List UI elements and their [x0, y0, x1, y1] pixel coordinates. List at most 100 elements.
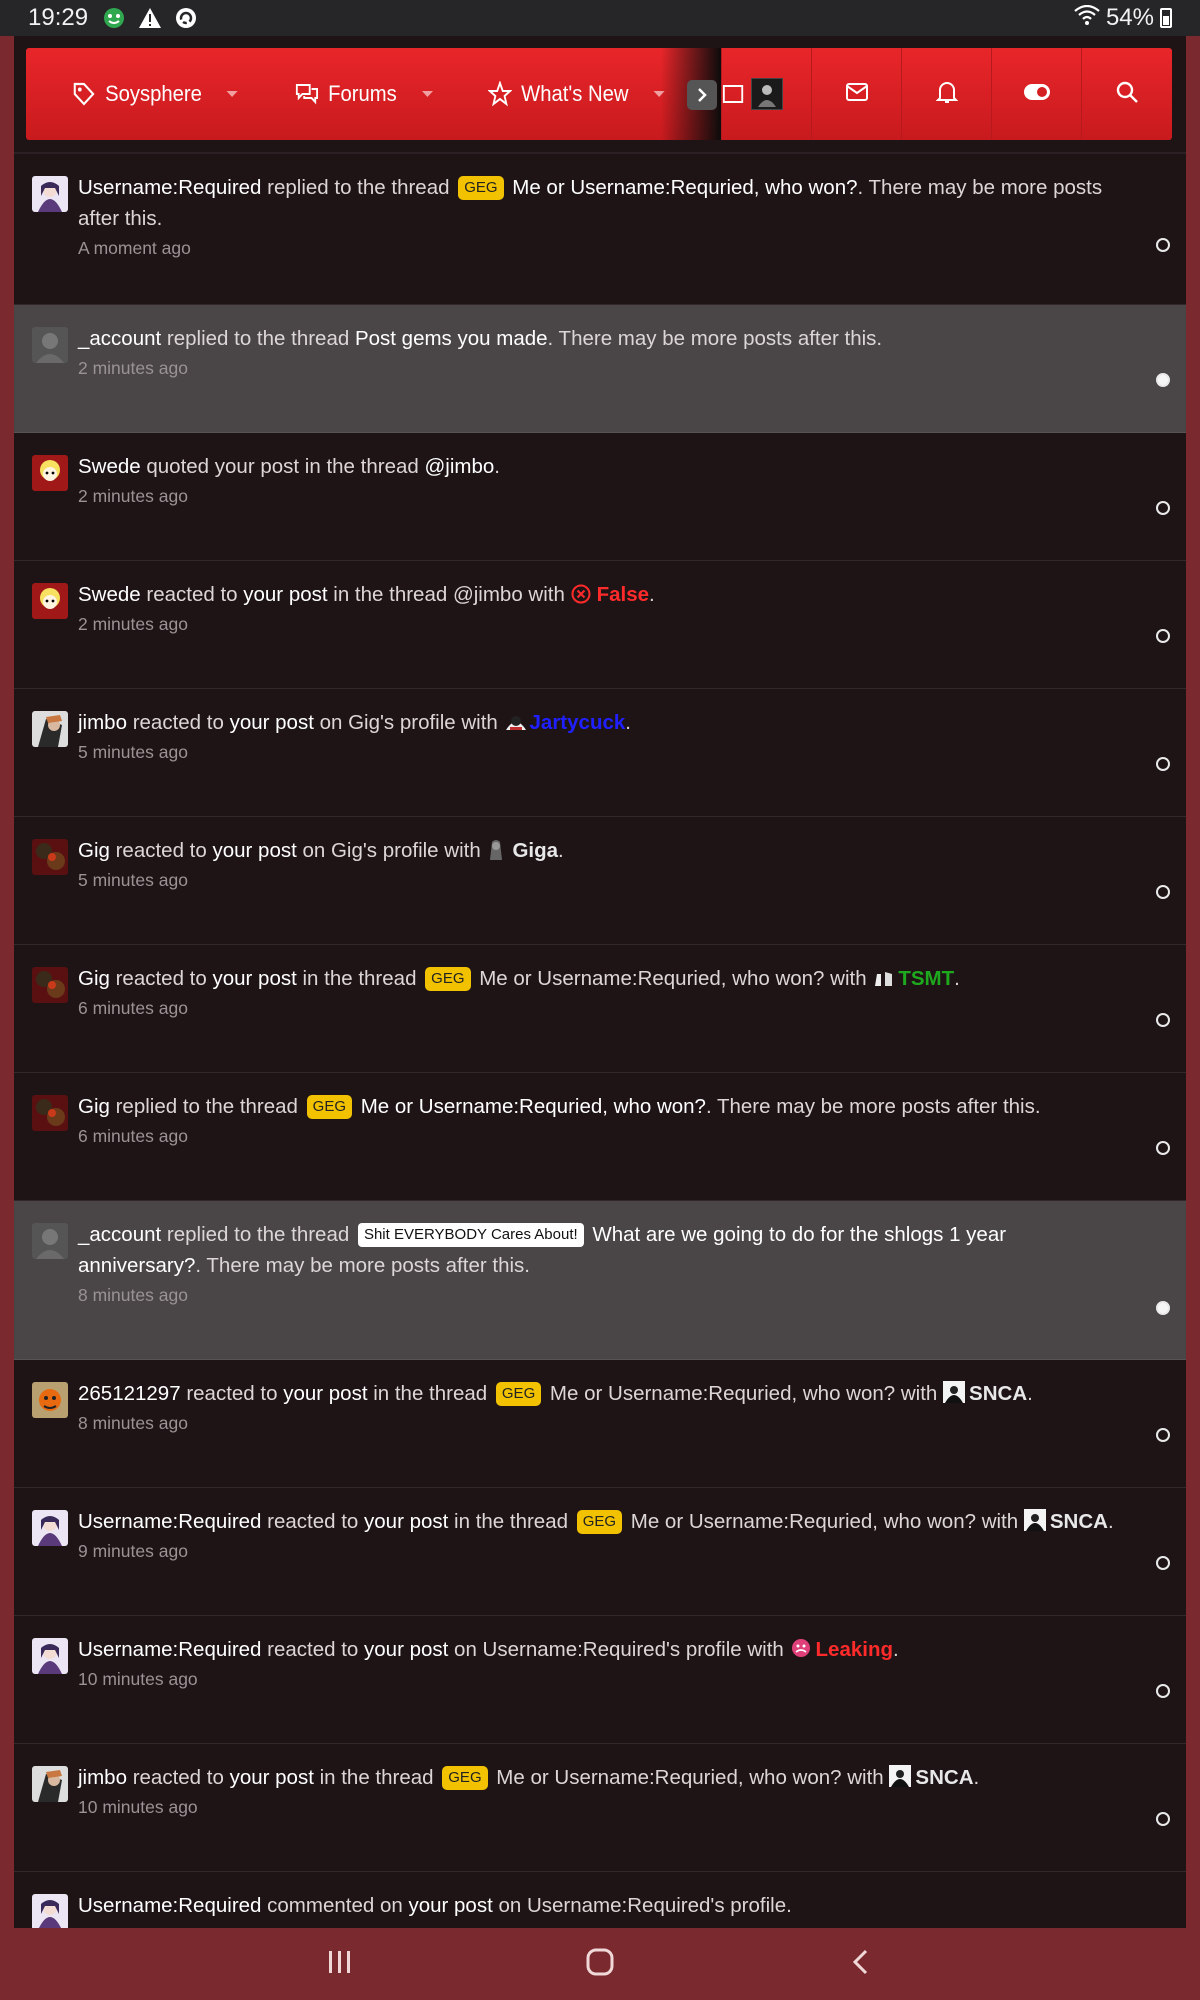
mark-read-toggle[interactable]	[1156, 629, 1170, 643]
list-item[interactable]: _account replied to the thread Shit EVER…	[14, 1201, 1186, 1360]
username-link[interactable]: Username:Required	[78, 1638, 261, 1661]
thread-link[interactable]: Me or Username:Requried, who won?	[512, 176, 857, 199]
your-post-link[interactable]: your post	[230, 1766, 314, 1789]
your-post-link[interactable]: your post	[212, 967, 296, 990]
timestamp: 2 minutes ago	[78, 358, 188, 378]
list-item[interactable]: Gig reacted to your post in the thread G…	[14, 945, 1186, 1073]
notification-text: Gig reacted to your post in the thread G…	[78, 967, 960, 991]
username-link[interactable]: Swede	[78, 455, 141, 478]
your-post-link[interactable]: your post	[408, 1894, 492, 1917]
nav-tab-soysphere[interactable]: Soysphere	[72, 81, 239, 107]
mark-read-toggle[interactable]	[1156, 757, 1170, 771]
avatar[interactable]	[32, 711, 68, 747]
list-item[interactable]: Username:Required reacted to your post o…	[14, 1616, 1186, 1744]
username-link[interactable]: _account	[78, 327, 161, 350]
username-link[interactable]: Username:Required	[78, 1510, 261, 1533]
notification-text: Username:Required reacted to your post i…	[78, 1509, 1114, 1534]
thread-link[interactable]: Me or Username:Requried, who won?	[361, 1095, 706, 1118]
list-item[interactable]: _account replied to the thread Post gems…	[14, 305, 1186, 433]
nav-tab-forums[interactable]: Forums	[295, 81, 434, 107]
your-post-link[interactable]: your post	[283, 1382, 367, 1405]
avatar[interactable]	[32, 839, 68, 875]
list-item[interactable]: Username:Required reacted to your post i…	[14, 1488, 1186, 1616]
nav-tab-partial[interactable]	[722, 81, 755, 107]
reaction-snca: SNCA	[1023, 1509, 1108, 1533]
your-post-link[interactable]: your post	[212, 839, 296, 862]
list-item[interactable]: Swede reacted to your post in the thread…	[14, 561, 1186, 689]
battery-icon	[1160, 8, 1172, 28]
username-link[interactable]: jimbo	[78, 1766, 127, 1789]
username-link[interactable]: Gig	[78, 1095, 110, 1118]
username-link[interactable]: Username:Required	[78, 176, 261, 199]
list-item[interactable]: Username:Required replied to the thread …	[14, 154, 1186, 305]
list-item[interactable]: Gig reacted to your post on Gig's profil…	[14, 817, 1186, 945]
chat-bubbles-icon	[295, 81, 319, 107]
mark-read-toggle[interactable]	[1156, 501, 1170, 515]
thread-link[interactable]: Me or Username:Requried, who won? with	[474, 967, 873, 990]
mark-read-toggle[interactable]	[1156, 238, 1170, 252]
avatar[interactable]	[32, 455, 68, 491]
inbox-button[interactable]	[811, 48, 901, 140]
notification-text: Swede quoted your post in the thread @ji…	[78, 455, 500, 478]
mark-read-toggle[interactable]	[1156, 373, 1170, 387]
back-button[interactable]	[830, 1939, 890, 1989]
avatar[interactable]	[32, 1638, 68, 1674]
style-toggle-button[interactable]	[991, 48, 1081, 140]
list-item[interactable]: Gig replied to the thread GEG Me or User…	[14, 1073, 1186, 1201]
mark-read-toggle[interactable]	[1156, 885, 1170, 899]
mark-read-toggle[interactable]	[1156, 1013, 1170, 1027]
your-post-link[interactable]: your post	[230, 711, 314, 734]
mark-read-toggle[interactable]	[1156, 1812, 1170, 1826]
avatar[interactable]	[32, 1382, 68, 1418]
username-link[interactable]: Gig	[78, 839, 110, 862]
list-item[interactable]: jimbo reacted to your post in the thread…	[14, 1744, 1186, 1872]
avatar[interactable]	[32, 1894, 68, 1928]
avatar[interactable]	[32, 176, 68, 212]
list-item[interactable]: 265121297 reacted to your post in the th…	[14, 1360, 1186, 1488]
username-link[interactable]: Username:Required	[78, 1894, 261, 1917]
thread-link[interactable]: Me or Username:Requried, who won? with	[544, 1382, 943, 1405]
your-post-link[interactable]: your post	[364, 1510, 448, 1533]
nav-tab-whats-new[interactable]: What's New	[487, 81, 665, 107]
thread-link[interactable]: @jimbo	[424, 455, 494, 478]
avatar[interactable]	[32, 327, 68, 363]
avatar[interactable]	[32, 1095, 68, 1131]
mark-read-toggle[interactable]	[1156, 1556, 1170, 1570]
avatar[interactable]	[32, 1223, 68, 1259]
recent-apps-button[interactable]	[310, 1939, 370, 1989]
thread-link[interactable]: Me or Username:Requried, who won? with	[625, 1510, 1024, 1533]
nav-scroll-right-button[interactable]	[687, 80, 717, 110]
prefix-badge: Shit EVERYBODY Cares About!	[357, 1223, 584, 1247]
username-link[interactable]: Swede	[78, 583, 141, 606]
notification-text: jimbo reacted to your post on Gig's prof…	[78, 711, 631, 734]
thread-link[interactable]: Me or Username:Requried, who won? with	[491, 1766, 890, 1789]
avatar[interactable]	[32, 583, 68, 619]
list-item[interactable]: Swede quoted your post in the thread @ji…	[14, 433, 1186, 561]
list-item[interactable]: Username:Required commented on your post…	[14, 1872, 1186, 1928]
avatar[interactable]	[32, 1510, 68, 1546]
prefix-badge: GEG	[425, 967, 471, 991]
chevron-down-icon[interactable]	[226, 89, 239, 99]
mark-read-toggle[interactable]	[1156, 1684, 1170, 1698]
your-post-link[interactable]: your post	[364, 1638, 448, 1661]
timestamp: 8 minutes ago	[78, 1413, 188, 1433]
home-button[interactable]	[570, 1939, 630, 1989]
thread-link[interactable]: Post gems you made	[355, 327, 548, 350]
avatar[interactable]	[32, 1766, 68, 1802]
list-item[interactable]: jimbo reacted to your post on Gig's prof…	[14, 689, 1186, 817]
mark-read-toggle[interactable]	[1156, 1301, 1170, 1315]
your-post-link[interactable]: your post	[243, 583, 327, 606]
avatar[interactable]	[32, 967, 68, 1003]
username-link[interactable]: _account	[78, 1223, 161, 1246]
timestamp: 10 minutes ago	[78, 1669, 198, 1689]
mark-read-toggle[interactable]	[1156, 1141, 1170, 1155]
mark-read-toggle[interactable]	[1156, 1428, 1170, 1442]
alerts-button[interactable]	[901, 48, 991, 140]
chevron-down-icon[interactable]	[421, 89, 434, 99]
timestamp: 8 minutes ago	[78, 1285, 188, 1305]
username-link[interactable]: Gig	[78, 967, 110, 990]
reaction-snca: SNCA	[943, 1381, 1027, 1405]
username-link[interactable]: 265121297	[78, 1382, 181, 1405]
search-button[interactable]	[1081, 48, 1171, 140]
username-link[interactable]: jimbo	[78, 711, 127, 734]
